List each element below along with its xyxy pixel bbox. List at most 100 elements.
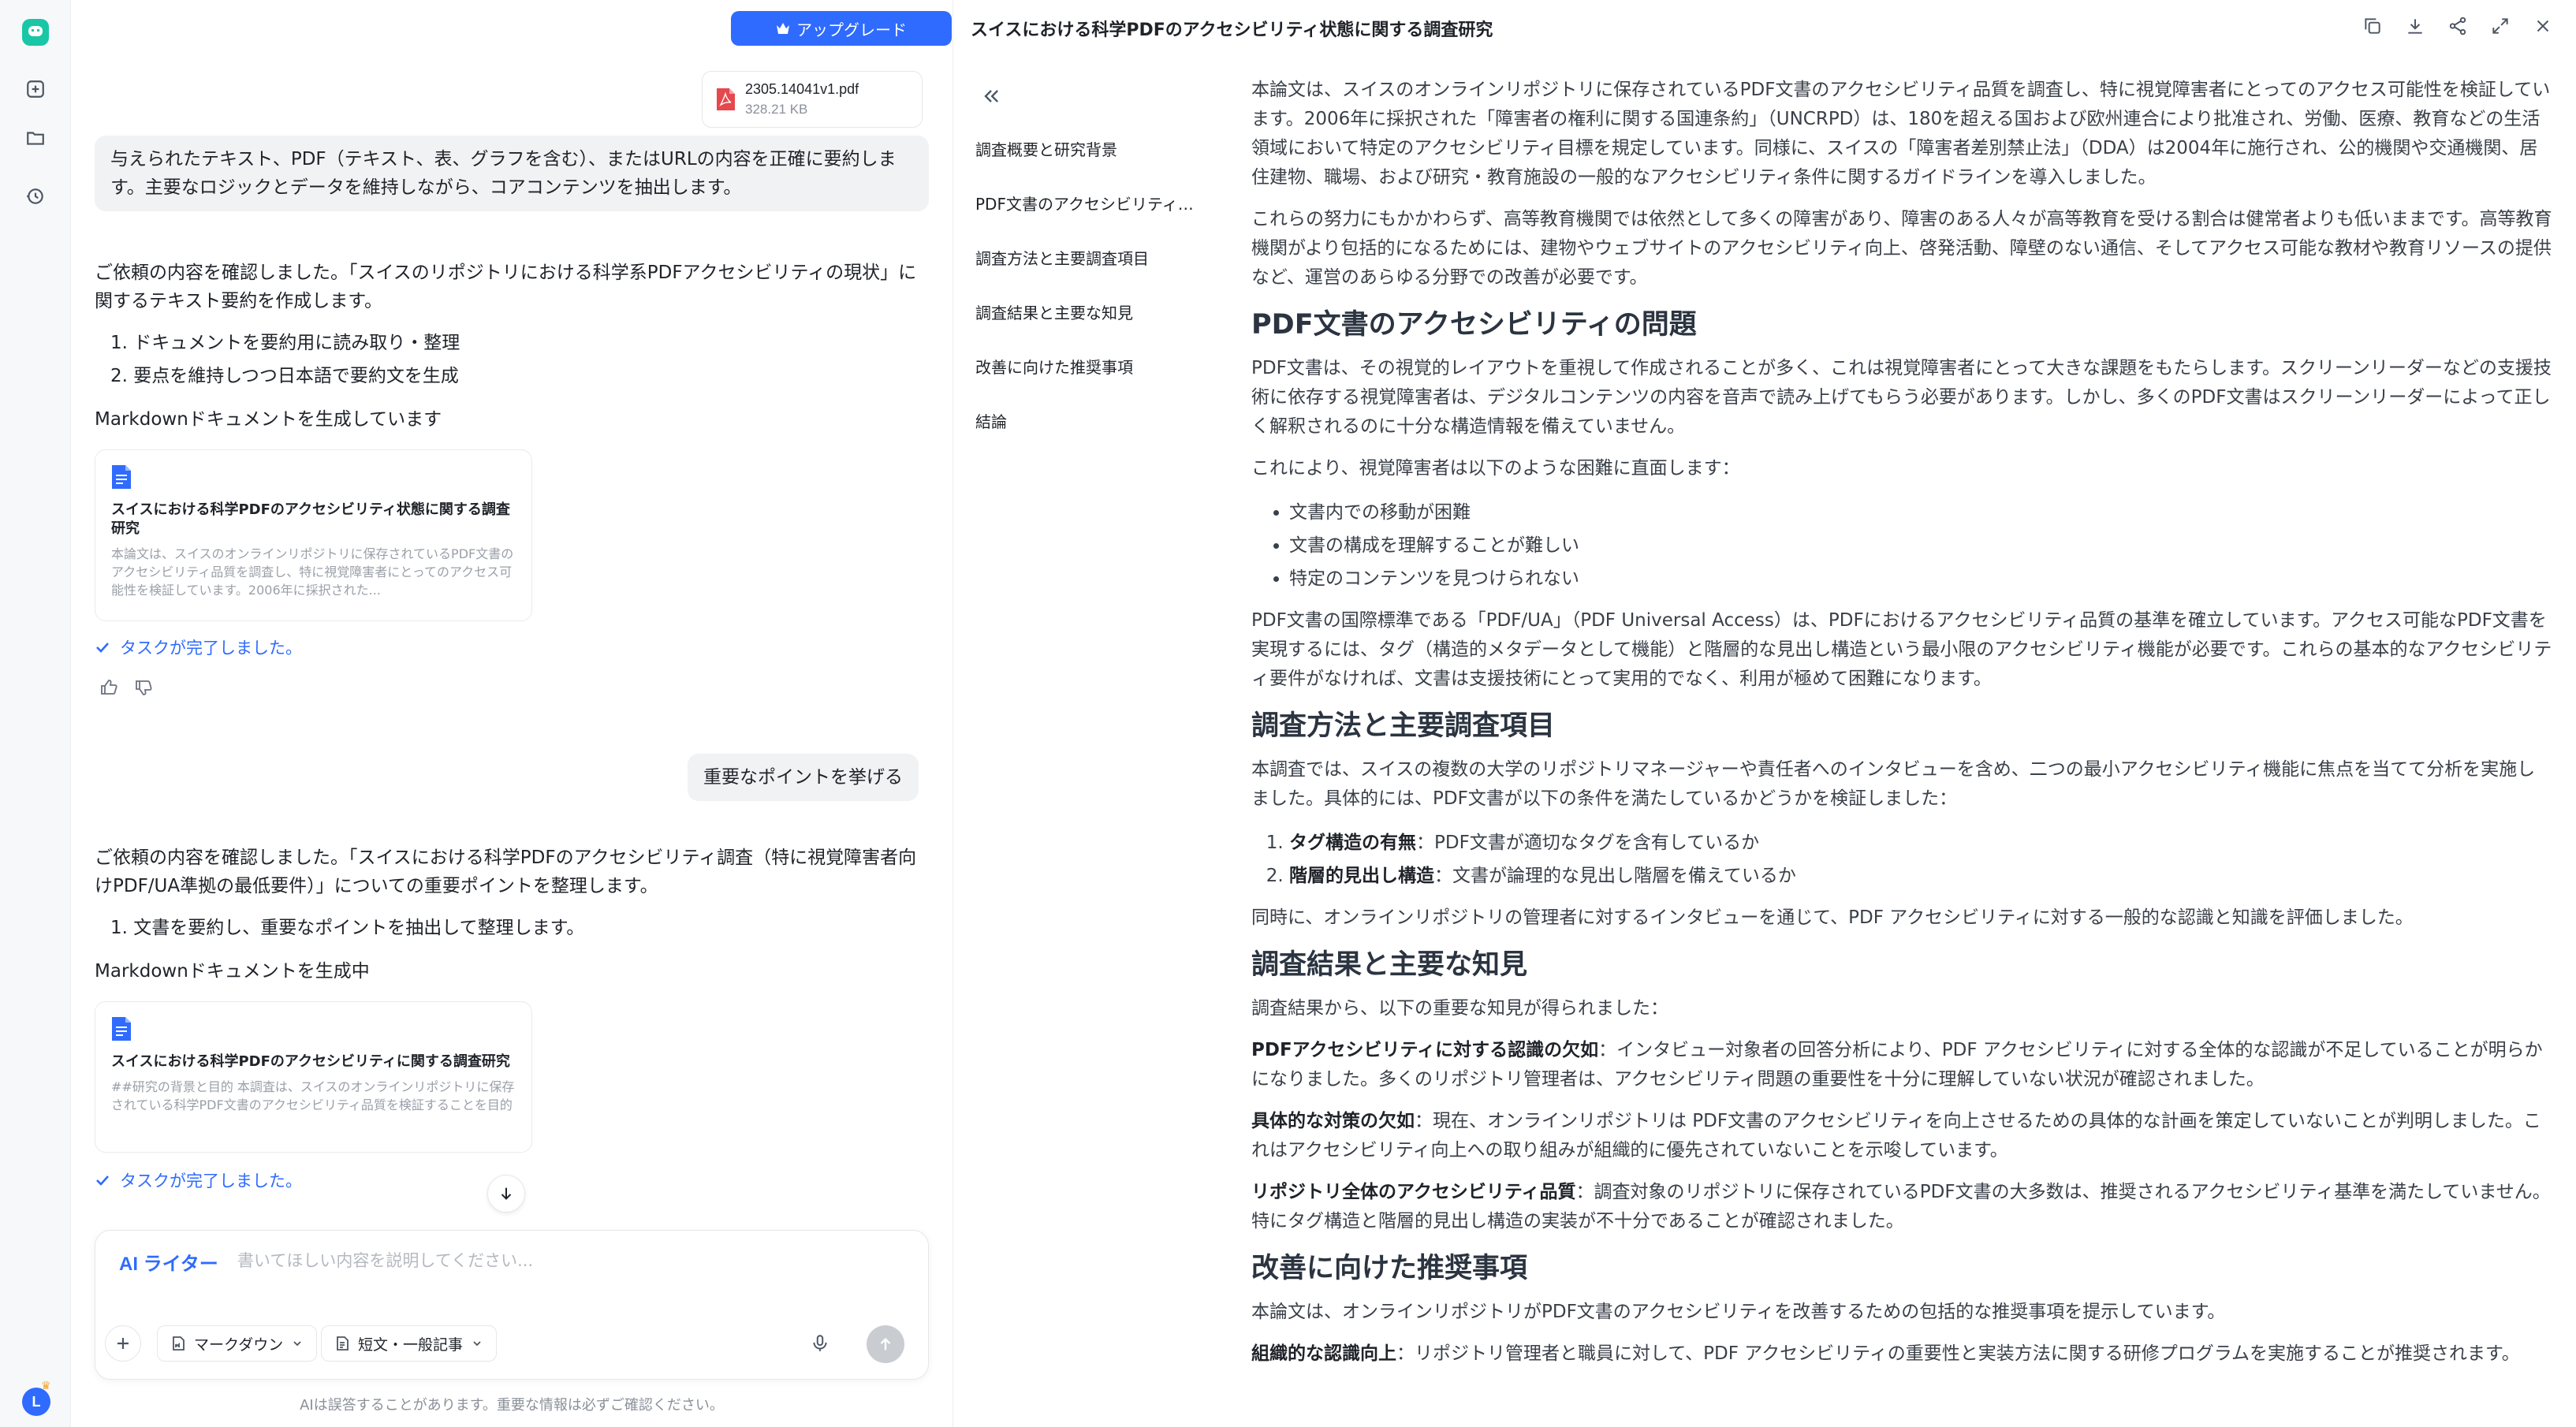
download-button[interactable] xyxy=(2405,16,2425,36)
list-item: 文書内での移動が困難 xyxy=(1289,496,2552,529)
list-item: 2. 要点を維持しつつ日本語で要約文を生成 xyxy=(110,366,459,386)
toc-item[interactable]: 調査方法と主要調査項目 xyxy=(975,246,1204,269)
close-icon xyxy=(2537,20,2549,32)
generated-doc-card[interactable]: スイスにおける科学PDFのアクセシビリティに関する調査研究 ##研究の背景と目的… xyxy=(95,1001,532,1153)
criteria-desc: ：文書が論理的な見出し階層を備えているか xyxy=(1434,866,1796,886)
criteria-desc: ：PDF文書が適切なタグを含有しているか xyxy=(1416,833,1760,853)
criteria-list: タグ構造の有無：PDF文書が適切なタグを含有しているか 階層的見出し構造：文書が… xyxy=(1289,826,2552,892)
folder-icon[interactable] xyxy=(22,125,49,151)
paragraph: 本調査では、スイスの複数の大学のリポジトリマネージャーや責任者へのインタビューを… xyxy=(1251,759,2536,809)
ai-status: Markdownドキュメントを生成中 xyxy=(95,961,370,982)
upgrade-button[interactable]: アップグレード xyxy=(731,11,952,46)
document-title: スイスにおける科学PDFのアクセシビリティ状態に関する調査研究 xyxy=(971,20,1493,40)
paragraph: PDF文書は、その視覚的レイアウトを重視して作成されることが多く、これは視覚障害… xyxy=(1251,358,2552,437)
paragraph: これにより、視覚障害者は以下のような困難に直面します： xyxy=(1251,458,1740,479)
expand-icon xyxy=(2492,18,2508,34)
doc-card-title: スイスにおける科学PDFのアクセシビリティ状態に関する調査研究 xyxy=(111,501,510,537)
task-done-label: タスクが完了しました。 xyxy=(120,639,302,658)
share-button[interactable] xyxy=(2447,16,2468,36)
ai-writer-mode-label[interactable]: AI ライター xyxy=(119,1248,218,1276)
expand-button[interactable] xyxy=(2490,16,2511,36)
paragraph: PDF文書の国際標準である「PDF/UA」（PDF Universal Acce… xyxy=(1251,610,2552,689)
chat-panel: アップグレード 2305.14041v1.pdf 328.21 KB 与えられた… xyxy=(71,0,986,1427)
toc-item[interactable]: 結論 xyxy=(975,409,1204,432)
attached-file-card[interactable]: 2305.14041v1.pdf 328.21 KB xyxy=(702,71,923,128)
thumbs-up-icon[interactable] xyxy=(99,678,118,697)
crown-icon: ♛ xyxy=(41,1380,51,1392)
upgrade-label: アップグレード xyxy=(796,21,907,39)
close-button[interactable] xyxy=(2533,16,2553,36)
markdown-file-icon xyxy=(173,1336,185,1351)
doc-card-excerpt: 本論文は、スイスのオンラインリポジトリに保存されているPDF文書のアクセシビリテ… xyxy=(111,546,514,598)
length-select[interactable]: 短文・一般記事 xyxy=(321,1325,498,1362)
list-item: 階層的見出し構造：文書が論理的な見出し階層を備えているか xyxy=(1289,859,2552,892)
paragraph: 本論文は、オンラインリポジトリがPDF文書のアクセシビリティを改善するための包括… xyxy=(1251,1302,2226,1322)
check-icon xyxy=(96,1176,109,1186)
chevron-down-icon xyxy=(293,1341,301,1347)
ai-steps-list: 1. 文書を要約し、重要なポイントを抽出して整理します。 xyxy=(110,911,923,945)
ai-status: Markdownドキュメントを生成しています xyxy=(95,409,442,430)
scroll-to-bottom-button[interactable] xyxy=(487,1175,525,1213)
list-item: 文書の構成を理解することが難しい xyxy=(1289,529,2552,562)
share-icon xyxy=(2449,17,2466,35)
article-icon xyxy=(337,1336,349,1351)
generated-doc-card[interactable]: スイスにおける科学PDFのアクセシビリティ状態に関する調査研究 本論文は、スイス… xyxy=(95,449,532,621)
finding-paragraph: 具体的な対策の欠如：現在、オンラインリポジトリは PDF文書のアクセシビリティを… xyxy=(1251,1107,2552,1165)
document-actions xyxy=(2362,16,2553,36)
arrow-down-icon xyxy=(501,1187,512,1200)
feedback-bar xyxy=(99,678,153,697)
finding-term: PDFアクセシビリティに対する認識の欠如 xyxy=(1251,1040,1599,1060)
list-item: 1. 文書を要約し、重要なポイントを抽出して整理します。 xyxy=(110,918,585,938)
task-done-label: タスクが完了しました。 xyxy=(120,1172,302,1190)
history-icon[interactable] xyxy=(22,183,49,210)
document-icon xyxy=(112,1017,131,1041)
paragraph: これらの努力にもかかわらず、高等教育機関では依然として多くの障害があり、障害のあ… xyxy=(1251,209,2552,288)
chevron-down-icon xyxy=(473,1341,481,1347)
file-name: 2305.14041v1.pdf xyxy=(745,81,859,97)
app-logo-icon[interactable] xyxy=(22,19,49,46)
arrow-up-icon xyxy=(880,1337,891,1351)
disclaimer-text: AIは誤答することがあります。重要な情報は必ずご確認ください。 xyxy=(300,1397,724,1414)
ai-message-intro: ご依頼の内容を確認しました。「スイスにおける科学PDFのアクセシビリティ調査（特… xyxy=(95,848,917,896)
add-attachment-button[interactable] xyxy=(105,1325,141,1362)
doc-card-title: スイスにおける科学PDFのアクセシビリティに関する調査研究 xyxy=(111,1053,510,1070)
paragraph: 同時に、オンラインリポジトリの管理者に対するインタビューを通じて、PDF アクセ… xyxy=(1251,907,2414,928)
section-heading: PDF文書のアクセシビリティの問題 xyxy=(1251,309,1697,341)
toc-item[interactable]: 調査概要と研究背景 xyxy=(975,137,1204,160)
recommendation-paragraph: 組織的な認識向上：リポジトリ管理者と職員に対して、PDF アクセシビリティの重要… xyxy=(1251,1339,2552,1369)
left-rail: L ♛ xyxy=(0,0,71,1427)
double-chevron-left-icon xyxy=(984,90,998,102)
criteria-term: タグ構造の有無 xyxy=(1289,833,1416,853)
send-button[interactable] xyxy=(867,1325,904,1363)
paragraph: 調査結果から、以下の重要な知見が得られました： xyxy=(1251,998,1668,1019)
prompt-input[interactable] xyxy=(237,1246,900,1275)
collapse-toc-button[interactable] xyxy=(980,85,1002,107)
new-chat-icon[interactable] xyxy=(22,76,49,102)
copy-icon xyxy=(2365,18,2380,34)
toc-item[interactable]: 調査結果と主要な知見 xyxy=(975,300,1204,323)
document-icon xyxy=(112,465,131,489)
composer: AI ライター マークダウン 短文・一般記事 xyxy=(95,1230,929,1380)
thumbs-down-icon[interactable] xyxy=(134,678,153,697)
doc-card-excerpt: ##研究の背景と目的 本調査は、スイスのオンラインリポジトリに保存されている科学… xyxy=(111,1079,515,1112)
ai-steps-list: 1. ドキュメントを要約用に読み取り・整理 2. 要点を維持しつつ日本語で要約文… xyxy=(110,326,923,393)
list-item: 1. ドキュメントを要約用に読み取り・整理 xyxy=(110,333,460,353)
task-done-status: タスクが完了しました。 xyxy=(95,635,302,659)
app-root: L ♛ アップグレード 2305.14041v1.pdf 328.21 KB 与… xyxy=(0,0,2576,1427)
microphone-button[interactable] xyxy=(810,1333,830,1354)
document-body: 本論文は、スイスのオンラインリポジトリに保存されているPDF文書のアクセシビリテ… xyxy=(1251,76,2552,1427)
toc-item[interactable]: PDF文書のアクセシビリティの問題 xyxy=(975,192,1204,214)
finding-term: リポジトリ全体のアクセシビリティ品質 xyxy=(1251,1182,1576,1202)
copy-button[interactable] xyxy=(2362,16,2383,36)
section-heading: 改善に向けた推奨事項 xyxy=(1251,1253,1528,1284)
list-item: 特定のコンテンツを見つけられない xyxy=(1289,562,2552,595)
file-size: 328.21 KB xyxy=(745,102,808,117)
format-select[interactable]: マークダウン xyxy=(157,1325,318,1362)
toc-item[interactable]: 改善に向けた推奨事項 xyxy=(975,355,1204,378)
finding-term: 具体的な対策の欠如 xyxy=(1251,1111,1415,1131)
pdf-file-icon xyxy=(717,88,735,110)
format-select-value: マークダウン xyxy=(194,1336,284,1354)
section-heading: 調査方法と主要調査項目 xyxy=(1251,710,1556,742)
recommendation-term: 組織的な認識向上 xyxy=(1251,1343,1396,1364)
paragraph: 本論文は、スイスのオンラインリポジトリに保存されているPDF文書のアクセシビリテ… xyxy=(1251,80,2551,188)
